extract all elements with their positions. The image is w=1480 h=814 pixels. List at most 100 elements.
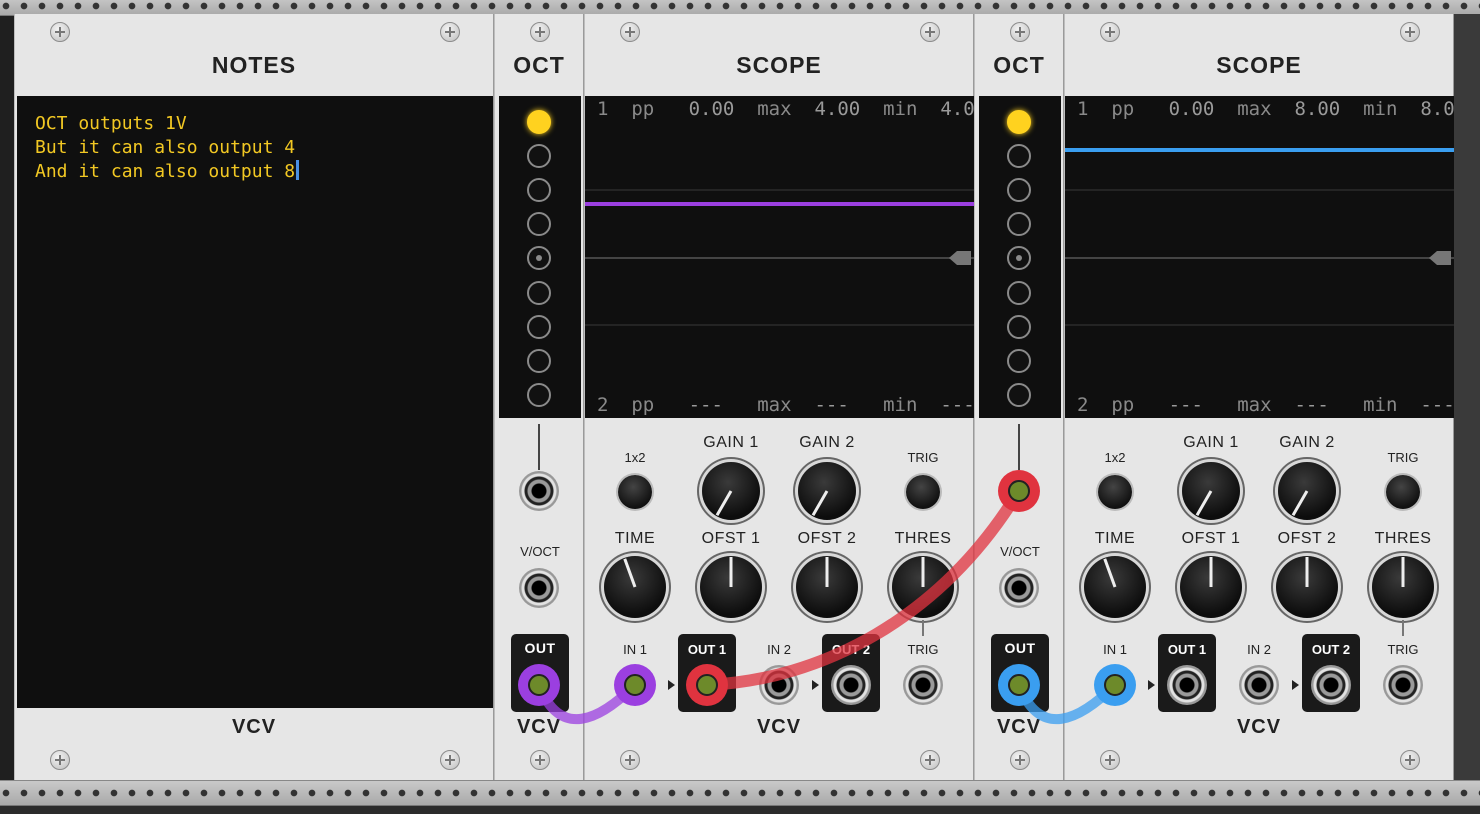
notes-text-area[interactable]: OCT outputs 1V But it can also output 4 … — [17, 96, 493, 708]
notes-line: OCT outputs 1V — [35, 113, 187, 134]
out1-jack[interactable] — [1167, 665, 1207, 705]
time-label: TIME — [614, 530, 656, 547]
gain1-knob[interactable] — [702, 462, 760, 520]
scope-ch1-stats: 1 pp 0.00 max 8.00 min 8.00 — [1077, 98, 1467, 120]
out2-label: OUT 2 — [831, 642, 871, 657]
screw-icon — [620, 22, 640, 42]
trigger-marker-icon — [1429, 251, 1451, 265]
oct-led-indicator — [527, 382, 551, 407]
time-knob[interactable] — [1084, 556, 1146, 618]
out2-label: OUT 2 — [1311, 642, 1351, 657]
ofst1-label: OFST 1 — [1181, 530, 1241, 547]
thres-knob[interactable] — [892, 556, 954, 618]
oct-led-indicator — [527, 110, 551, 134]
gain2-knob[interactable] — [1278, 462, 1336, 520]
scope-display[interactable]: 1 pp 0.00 max 8.00 min 8.00 2 pp --- max… — [1065, 96, 1466, 418]
out2-jack[interactable] — [1311, 665, 1351, 705]
voct-label: V/OCT — [520, 544, 560, 559]
trig-button[interactable] — [1386, 475, 1420, 509]
oct-led-indicator — [1007, 212, 1031, 237]
voct-input-jack[interactable] — [519, 568, 559, 608]
oct-led-indicator — [527, 144, 551, 169]
vcv-logo: VCV — [516, 716, 562, 738]
thres-label: THRES — [894, 530, 952, 547]
screw-icon — [530, 22, 550, 42]
oct-cv-line — [1018, 424, 1020, 470]
screw-icon — [440, 750, 460, 770]
trig-input-jack[interactable] — [903, 665, 943, 705]
text-cursor — [296, 160, 300, 180]
oct-led-indicator — [527, 348, 551, 373]
oct-led-indicator — [1007, 246, 1031, 271]
oct-out-jack[interactable] — [519, 665, 559, 705]
out2-jack[interactable] — [831, 665, 871, 705]
rack-rail-bottom — [0, 780, 1480, 806]
module-title: SCOPE — [736, 52, 822, 78]
voct-label: V/OCT — [1000, 544, 1040, 559]
1x2-button[interactable] — [1098, 475, 1132, 509]
ofst2-label: OFST 2 — [1277, 530, 1337, 547]
screw-icon — [50, 22, 70, 42]
screw-icon — [1400, 22, 1420, 42]
out-label: OUT — [1004, 640, 1036, 656]
gain1-knob[interactable] — [1182, 462, 1240, 520]
ofst2-knob[interactable] — [796, 556, 858, 618]
screw-icon — [1010, 750, 1030, 770]
in1-jack[interactable] — [1095, 665, 1135, 705]
screw-icon — [920, 22, 940, 42]
trig-input-label: TRIG — [1387, 642, 1419, 657]
screw-icon — [530, 750, 550, 770]
thres-knob[interactable] — [1372, 556, 1434, 618]
ofst2-knob[interactable] — [1276, 556, 1338, 618]
vcv-logo: VCV — [1236, 716, 1282, 738]
oct-led-indicator — [527, 178, 551, 203]
oct-led-indicator — [1007, 314, 1031, 339]
gain1-label: GAIN 1 — [1183, 434, 1239, 451]
rack-edge — [1454, 14, 1480, 780]
time-knob[interactable] — [604, 556, 666, 618]
vcv-logo: VCV — [996, 716, 1042, 738]
trig-button[interactable] — [906, 475, 940, 509]
trig-button-label: TRIG — [907, 450, 939, 465]
oct-input-jack[interactable] — [999, 471, 1039, 511]
vcv-logo: VCV — [231, 716, 277, 738]
oct-led-indicator — [1007, 110, 1031, 134]
gain2-knob[interactable] — [798, 462, 856, 520]
out1-label: OUT 1 — [1167, 642, 1207, 657]
notes-module[interactable]: NOTES OCT outputs 1V But it can also out… — [14, 14, 494, 780]
notes-line: But it can also output 4 — [35, 137, 296, 158]
ofst1-label: OFST 1 — [701, 530, 761, 547]
1x2-label: 1x2 — [1104, 450, 1126, 465]
trig-input-jack[interactable] — [1383, 665, 1423, 705]
scope-grid — [1065, 148, 1455, 326]
module-title: SCOPE — [1216, 52, 1302, 78]
voct-input-jack[interactable] — [999, 568, 1039, 608]
in1-jack[interactable] — [615, 665, 655, 705]
in1-label: IN 1 — [1103, 642, 1127, 657]
screw-icon — [1100, 22, 1120, 42]
vcv-logo: VCV — [756, 716, 802, 738]
oct-cv-line — [538, 424, 540, 470]
oct-led-indicator — [527, 280, 551, 305]
ofst2-label: OFST 2 — [797, 530, 857, 547]
oct-led-indicator — [1007, 178, 1031, 203]
oct-input-jack[interactable] — [519, 471, 559, 511]
scope-ch2-stats: 2 pp --- max --- min --- — [1077, 394, 1455, 416]
scope-display[interactable]: 1 pp 0.00 max 4.00 min 4.00 2 pp --- max… — [585, 96, 986, 418]
out-label: OUT — [524, 640, 556, 656]
oct-out-jack[interactable] — [999, 665, 1039, 705]
signal-arrow-icon — [812, 680, 819, 690]
out1-jack[interactable] — [687, 665, 727, 705]
in2-jack[interactable] — [1239, 665, 1279, 705]
trig-line — [1402, 620, 1404, 636]
notes-text[interactable]: OCT outputs 1V But it can also output 4 … — [35, 112, 300, 184]
signal-arrow-icon — [668, 680, 675, 690]
1x2-label: 1x2 — [624, 450, 646, 465]
trig-button-label: TRIG — [1387, 450, 1419, 465]
in2-jack[interactable] — [759, 665, 799, 705]
ofst1-knob[interactable] — [1180, 556, 1242, 618]
1x2-button[interactable] — [618, 475, 652, 509]
oct-led-indicator — [527, 314, 551, 339]
ofst1-knob[interactable] — [700, 556, 762, 618]
out1-label: OUT 1 — [687, 642, 727, 657]
